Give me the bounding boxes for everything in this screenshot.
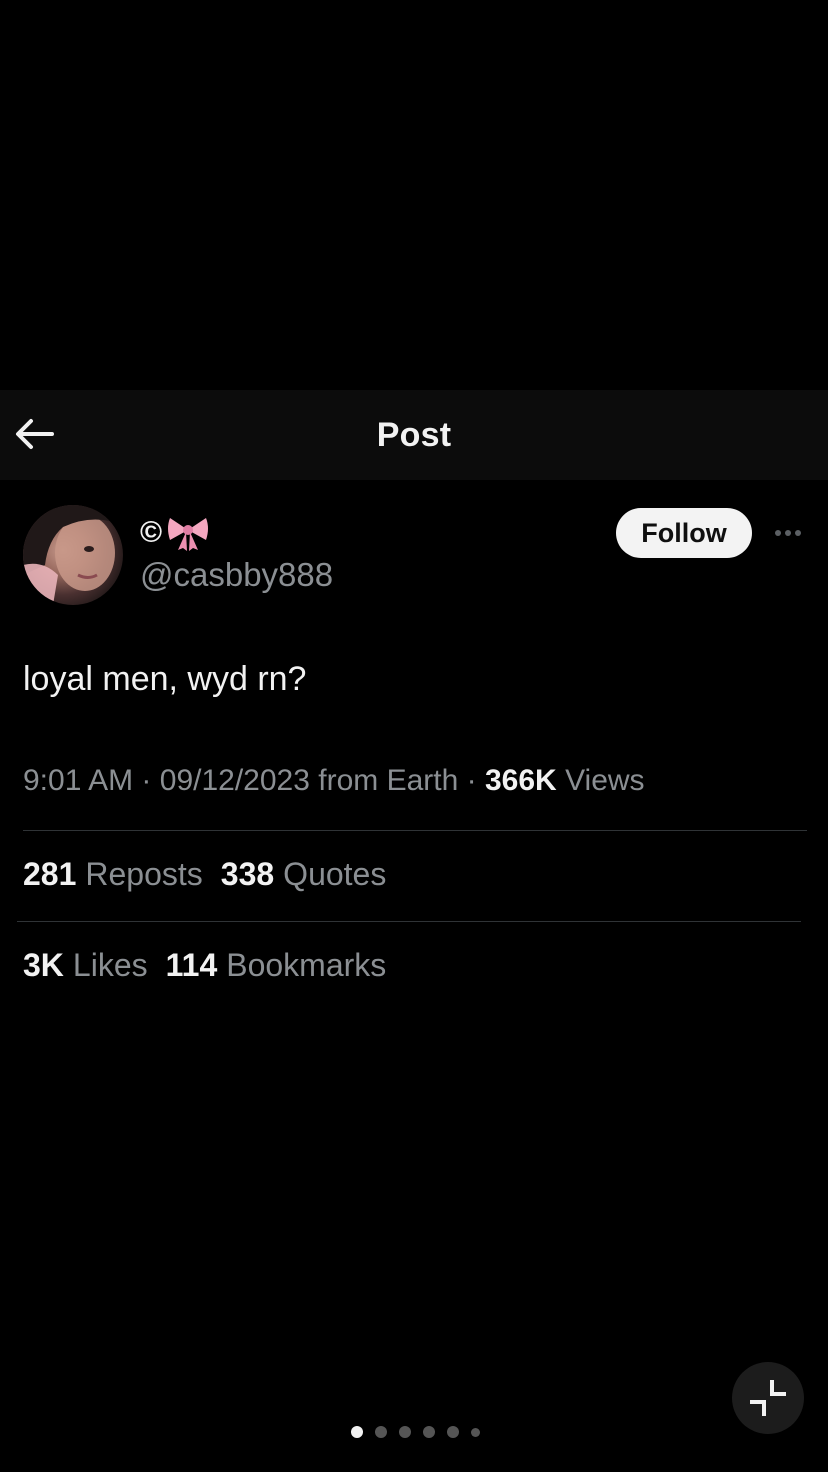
post-source: from Earth: [318, 764, 459, 797]
bookmarks-count: 114: [165, 947, 218, 983]
collapse-icon: [750, 1380, 786, 1416]
likes-label: Likes: [72, 947, 148, 983]
more-options-button[interactable]: [770, 518, 806, 548]
page-dot[interactable]: [350, 1426, 363, 1438]
post-header: © @casbby888 Follow: [0, 500, 828, 610]
views-count: 366K: [485, 764, 557, 797]
divider: [23, 830, 807, 831]
more-horizontal-icon: [775, 530, 781, 536]
likes-stat[interactable]: 3K Likes: [23, 947, 148, 984]
reposts-stat[interactable]: 281 Reposts: [23, 856, 203, 893]
bookmarks-stat[interactable]: 114 Bookmarks: [166, 947, 387, 984]
post-time: 9:01 AM: [23, 764, 134, 797]
follow-button[interactable]: Follow: [616, 508, 752, 558]
stats-row-reposts-quotes: 281 Reposts 338 Quotes: [23, 856, 386, 893]
views-label: Views: [565, 764, 645, 797]
post-text: loyal men, wyd rn?: [23, 660, 307, 698]
collapse-button[interactable]: [732, 1362, 804, 1434]
page-dot[interactable]: [422, 1426, 435, 1438]
reposts-count: 281: [23, 856, 77, 892]
page-dot[interactable]: [398, 1426, 411, 1438]
likes-count: 3K: [23, 947, 64, 983]
page-dot[interactable]: [470, 1427, 480, 1437]
meta-separator: ·: [466, 764, 477, 797]
top-bar: Post: [0, 390, 828, 480]
page-indicator: [0, 1425, 828, 1439]
post-date: 09/12/2023: [159, 764, 310, 797]
display-name-text: ©: [140, 516, 163, 549]
back-button[interactable]: [12, 412, 56, 456]
bookmarks-label: Bookmarks: [226, 947, 387, 983]
stats-row-likes-bookmarks: 3K Likes 114 Bookmarks: [23, 947, 386, 984]
page-dot[interactable]: [374, 1426, 387, 1438]
avatar-photo: [23, 505, 123, 605]
page-dot[interactable]: [446, 1426, 459, 1438]
avatar[interactable]: [23, 505, 123, 605]
post-screen: Post © @casbby888 Follow loyal men, wyd …: [0, 0, 828, 1472]
post-metadata: 9:01 AM · 09/12/2023 from Earth · 366K V…: [23, 764, 645, 798]
author-handle[interactable]: @casbby888: [140, 556, 333, 594]
page-title: Post: [376, 415, 452, 454]
meta-separator: ·: [141, 764, 152, 797]
author-display-name[interactable]: ©: [140, 514, 210, 552]
reposts-label: Reposts: [85, 856, 203, 892]
quotes-label: Quotes: [283, 856, 387, 892]
quotes-stat[interactable]: 338 Quotes: [221, 856, 387, 893]
pink-bow-icon: [166, 514, 210, 552]
divider: [17, 921, 801, 922]
quotes-count: 338: [220, 856, 275, 892]
arrow-left-icon: [16, 419, 54, 449]
